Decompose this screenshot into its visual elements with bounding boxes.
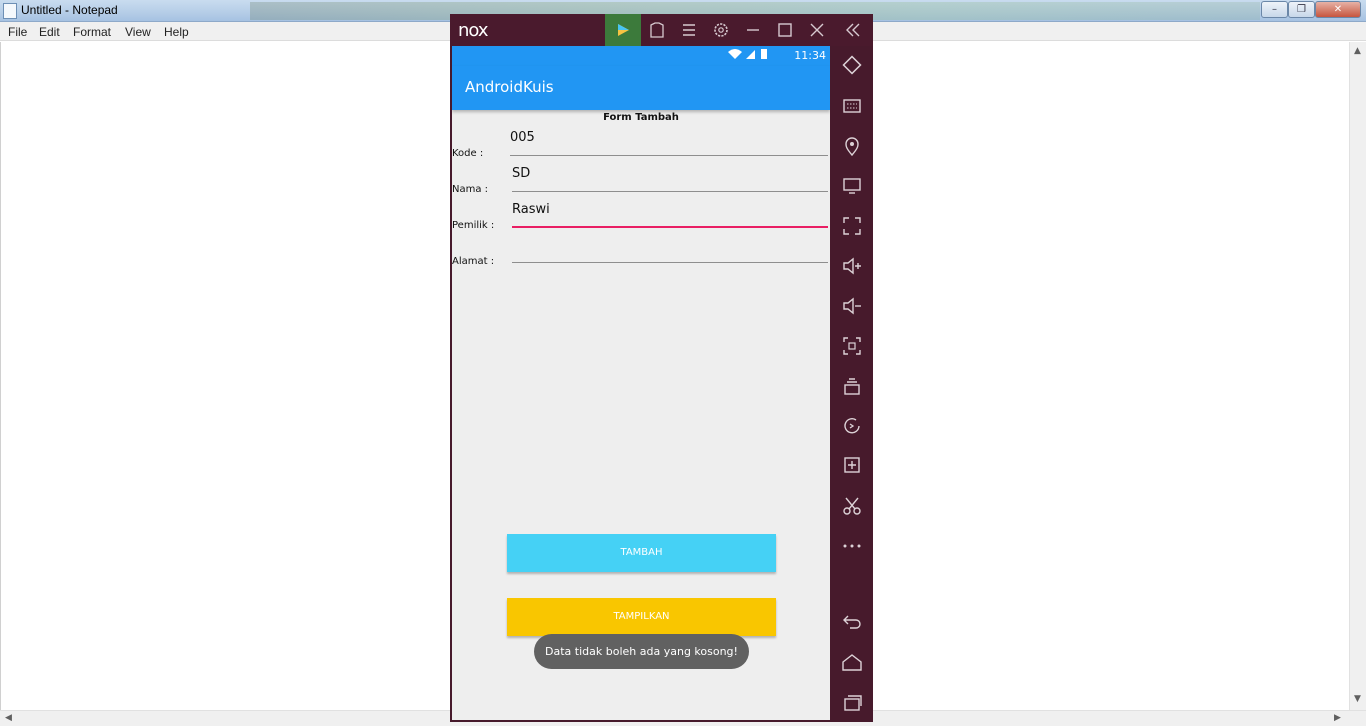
settings-icon[interactable]	[705, 14, 737, 46]
maximize-icon[interactable]	[769, 14, 801, 46]
screenshot-icon[interactable]	[839, 334, 865, 358]
screen-icon[interactable]	[839, 174, 865, 198]
scroll-left-icon[interactable]: ◀	[5, 713, 12, 723]
menu-format[interactable]: Format	[73, 25, 111, 39]
keyboard-icon[interactable]	[839, 94, 865, 118]
kode-label: Kode :	[452, 148, 484, 159]
signal-icon	[746, 50, 755, 59]
volume-up-icon[interactable]	[839, 254, 865, 278]
menu-help[interactable]: Help	[164, 25, 189, 39]
app-action-bar: AndroidKuis	[452, 66, 830, 110]
recent-apps-icon[interactable]	[839, 690, 865, 714]
multi-instance-icon[interactable]	[839, 374, 865, 398]
notepad-title: Untitled - Notepad	[21, 3, 118, 17]
minimize-icon[interactable]	[737, 14, 769, 46]
scroll-down-icon[interactable]: ▼	[1354, 694, 1361, 704]
tampilkan-button[interactable]: TAMPILKAN	[507, 598, 776, 636]
pemilik-input[interactable]: Raswi	[512, 200, 828, 228]
menu-view[interactable]: View	[125, 25, 151, 39]
notepad-vertical-scrollbar[interactable]: ▲ ▼	[1349, 42, 1366, 710]
app-title: AndroidKuis	[465, 78, 554, 96]
play-store-icon	[618, 24, 629, 36]
pemilik-underline	[512, 226, 828, 228]
android-screen: 11:34 AndroidKuis Form Tambah Kode : 005…	[452, 46, 830, 720]
wifi-icon	[728, 49, 742, 59]
play-store-button[interactable]	[605, 14, 641, 46]
status-bar: 11:34	[452, 46, 830, 66]
nox-toolbar: nox	[450, 14, 873, 46]
scroll-right-icon[interactable]: ▶	[1334, 713, 1341, 723]
close-icon[interactable]	[801, 14, 833, 46]
pemilik-label: Pemilik :	[452, 220, 495, 231]
tambah-button[interactable]: TAMBAH	[507, 534, 776, 572]
nox-sidebar	[831, 46, 873, 722]
fullscreen-icon[interactable]	[839, 214, 865, 238]
volume-down-icon[interactable]	[839, 294, 865, 318]
alamat-input[interactable]	[512, 235, 828, 263]
kode-input[interactable]: 005	[510, 128, 828, 156]
scroll-up-icon[interactable]: ▲	[1354, 46, 1361, 56]
pemilik-value: Raswi	[512, 202, 550, 217]
nama-label: Nama :	[452, 184, 489, 195]
theme-shirt-icon[interactable]	[641, 14, 673, 46]
nox-logo: nox	[458, 20, 489, 41]
back-icon[interactable]	[839, 609, 865, 633]
location-icon[interactable]	[839, 134, 865, 158]
status-icons	[728, 49, 767, 59]
nama-input[interactable]: SD	[512, 164, 828, 192]
menu-edit[interactable]: Edit	[39, 25, 60, 39]
notepad-app-icon	[3, 3, 17, 19]
nama-underline	[512, 191, 828, 192]
kode-underline	[510, 155, 828, 156]
add-apk-icon[interactable]	[839, 454, 865, 478]
more-icon[interactable]	[839, 534, 865, 558]
kode-value: 005	[510, 130, 535, 145]
alamat-label: Alamat :	[452, 256, 495, 267]
refresh-icon[interactable]	[839, 414, 865, 438]
notepad-minimize-button[interactable]: –	[1261, 1, 1288, 18]
rotate-icon[interactable]	[839, 54, 865, 78]
form-title: Form Tambah	[603, 112, 679, 123]
notepad-maximize-button[interactable]: ❐	[1288, 1, 1315, 18]
status-time: 11:34	[794, 49, 826, 62]
battery-icon	[761, 49, 767, 59]
toast-message: Data tidak boleh ada yang kosong!	[534, 634, 749, 669]
nox-emulator-window: nox 11:34 AndroidKuis Form Tambah Kode:…	[450, 14, 873, 722]
menu-file[interactable]: File	[8, 25, 27, 39]
nama-value: SD	[512, 166, 531, 181]
scissors-icon[interactable]	[839, 494, 865, 518]
menu-icon[interactable]	[673, 14, 705, 46]
collapse-sidebar-icon[interactable]	[838, 14, 870, 46]
notepad-close-button[interactable]: ✕	[1315, 1, 1361, 18]
alamat-underline	[512, 262, 828, 263]
home-icon[interactable]	[839, 650, 865, 674]
